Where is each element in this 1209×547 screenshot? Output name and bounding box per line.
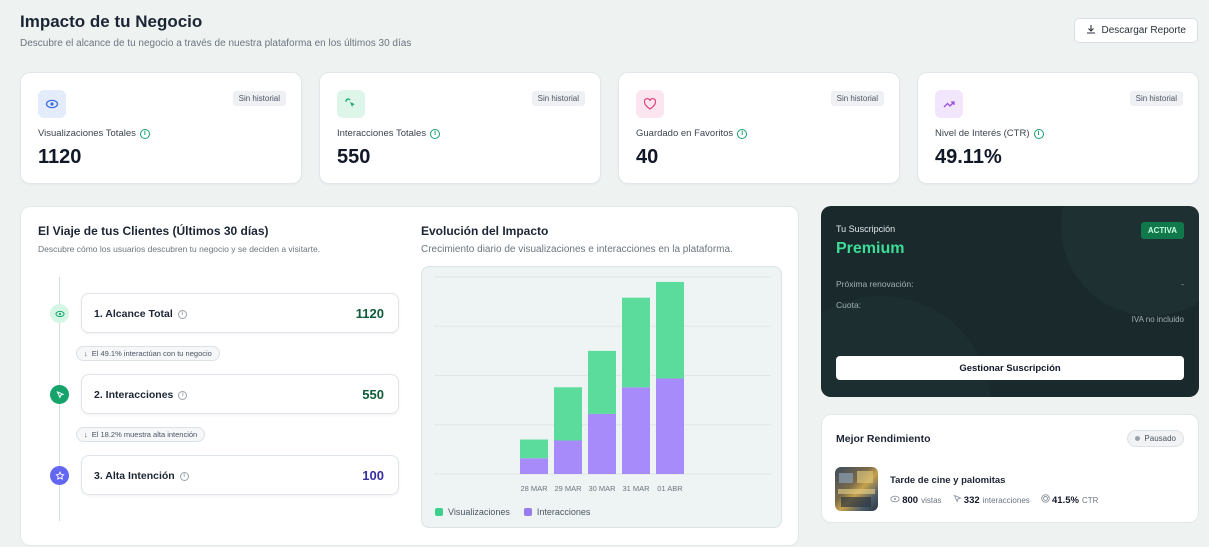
info-icon[interactable]: i	[430, 128, 441, 139]
bar-interacciones-4[interactable]	[656, 378, 684, 474]
quota-row: Cuota:	[836, 300, 1184, 310]
event-name[interactable]: Tarde de cine y palomitas	[890, 475, 1005, 486]
evolution-title: Evolución del Impacto	[421, 224, 549, 238]
info-icon[interactable]: i	[178, 390, 188, 400]
subscription-label: Tu Suscripción	[836, 224, 896, 234]
stat-card-favorites: Sin historial Guardado en Favoritos i 40	[618, 72, 900, 184]
subscription-plan: Premium	[836, 240, 905, 257]
stat-label: Interacciones Totales	[337, 128, 427, 139]
journey-step-high-intent: 3. Alta Intención i 100	[81, 455, 399, 495]
step-value: 100	[362, 468, 384, 483]
history-badge: Sin historial	[1129, 91, 1183, 106]
tax-note: IVA no incluido	[1131, 315, 1184, 324]
bar-interacciones-1[interactable]	[554, 440, 582, 474]
evolution-subtitle: Crecimiento diario de visualizaciones e …	[421, 244, 733, 255]
x-tick-label: 30 MAR	[588, 484, 616, 493]
journey-title: El Viaje de tus Clientes (Últimos 30 día…	[38, 224, 269, 238]
bar-interacciones-3[interactable]	[622, 387, 650, 474]
step-value: 550	[362, 387, 384, 402]
step-label: 3. Alta Intención	[94, 470, 175, 482]
page-title: Impacto de tu Negocio	[20, 12, 203, 31]
info-icon[interactable]: i	[177, 309, 187, 319]
bar-visualizaciones-0[interactable]	[520, 439, 548, 459]
chart-svg: 28 MAR 29 MAR 30 MAR 31 MAR 01 ABR	[434, 276, 771, 493]
transition-pill: ↓ El 18.2% muestra alta intención	[76, 427, 206, 442]
status-badge: Pausado	[1127, 430, 1184, 447]
event-thumbnail[interactable]	[835, 467, 878, 511]
bar-interacciones-2[interactable]	[588, 413, 616, 474]
step-label: 1. Alcance Total	[94, 308, 173, 320]
info-icon[interactable]: i	[139, 128, 150, 139]
stat-value: 40	[636, 146, 659, 168]
x-tick-label: 31 MAR	[622, 484, 650, 493]
transition-label: El 49.1% interactúan con tu negocio	[91, 349, 212, 358]
renewal-row: Próxima renovación: -	[836, 279, 1184, 289]
legend-item-views: Visualizaciones	[435, 507, 510, 517]
eye-icon	[38, 90, 66, 118]
quota-label: Cuota:	[836, 300, 862, 310]
step-value: 1120	[355, 306, 384, 321]
eye-icon	[50, 304, 69, 323]
bar-visualizaciones-3[interactable]	[622, 297, 650, 388]
views-metric: 800 vistas	[890, 495, 942, 506]
evolution-chart: 28 MAR 29 MAR 30 MAR 31 MAR 01 ABR Visualiza…	[421, 266, 782, 528]
eye-icon	[890, 495, 900, 502]
journey-subtitle: Descubre cómo los usuarios descubren tu …	[38, 244, 321, 254]
bar-visualizaciones-1[interactable]	[554, 387, 582, 441]
star-icon	[50, 466, 69, 485]
step-label: 2. Interacciones	[94, 389, 174, 401]
ctr-metric: 41.5% CTR	[1041, 494, 1098, 506]
x-tick-label: 29 MAR	[554, 484, 582, 493]
journey-step-interactions: 2. Interacciones i 550	[81, 374, 399, 414]
x-tick-label: 01 ABR	[657, 484, 683, 493]
page-subtitle: Descubre el alcance de tu negocio a trav…	[20, 38, 412, 49]
info-icon[interactable]: i	[179, 471, 189, 481]
bar-interacciones-0[interactable]	[520, 458, 548, 474]
page-header: Impacto de tu Negocio Descubre el alcanc…	[20, 12, 411, 49]
renewal-value: -	[1181, 279, 1184, 289]
subscription-card: Tu Suscripción Premium ACTIVA Próxima re…	[821, 206, 1199, 397]
stat-card-interactions: Sin historial Interacciones Totales i 550	[319, 72, 601, 184]
history-badge: Sin historial	[232, 91, 286, 106]
download-report-label: Descargar Reporte	[1101, 25, 1186, 36]
trending-up-icon	[935, 90, 963, 118]
journey-step-reach: 1. Alcance Total i 1120	[81, 293, 399, 333]
bar-visualizaciones-4[interactable]	[656, 281, 684, 379]
event-metrics: 800 vistas 332 interacciones 41.5% CTR	[890, 494, 1098, 506]
stat-card-ctr: Sin historial Nivel de Interés (CTR) i 49…	[917, 72, 1199, 184]
best-title: Mejor Rendimiento	[836, 433, 931, 445]
manage-subscription-button[interactable]: Gestionar Suscripción	[836, 356, 1184, 380]
transition-pill: ↓ El 49.1% interactúan con tu negocio	[76, 346, 220, 361]
heart-icon	[636, 90, 664, 118]
arrow-down-icon: ↓	[84, 430, 88, 439]
chart-legend: Visualizaciones Interacciones	[435, 507, 590, 517]
arrow-down-icon: ↓	[84, 349, 88, 358]
renewal-label: Próxima renovación:	[836, 279, 914, 289]
stat-label: Visualizaciones Totales	[38, 128, 136, 139]
stat-card-views: Sin historial Visualizaciones Totales i 1…	[20, 72, 302, 184]
interactions-metric: 332 interacciones	[953, 494, 1030, 506]
stat-value: 1120	[38, 146, 82, 168]
history-badge: Sin historial	[531, 91, 585, 106]
best-performance-card: Mejor Rendimiento Pausado Tarde de cine …	[821, 414, 1199, 523]
download-icon	[1086, 24, 1096, 37]
stat-label: Guardado en Favoritos	[636, 128, 734, 139]
target-icon	[1041, 494, 1050, 503]
legend-item-interactions: Interacciones	[523, 507, 590, 517]
stat-label: Nivel de Interés (CTR)	[935, 128, 1030, 139]
cursor-click-icon	[337, 90, 365, 118]
customer-journey-card: El Viaje de tus Clientes (Últimos 30 día…	[20, 206, 799, 546]
stat-value: 550	[337, 146, 371, 168]
download-report-button[interactable]: Descargar Reporte	[1073, 18, 1198, 43]
info-icon[interactable]: i	[737, 128, 748, 139]
history-badge: Sin historial	[830, 91, 884, 106]
status-badge: ACTIVA	[1140, 222, 1184, 239]
transition-label: El 18.2% muestra alta intención	[91, 430, 198, 439]
stat-value: 49.11%	[935, 146, 1002, 168]
info-icon[interactable]: i	[1033, 128, 1044, 139]
cursor-icon	[953, 494, 962, 503]
cursor-icon	[50, 385, 69, 404]
x-tick-label: 28 MAR	[520, 484, 548, 493]
bar-visualizaciones-2[interactable]	[588, 350, 616, 414]
